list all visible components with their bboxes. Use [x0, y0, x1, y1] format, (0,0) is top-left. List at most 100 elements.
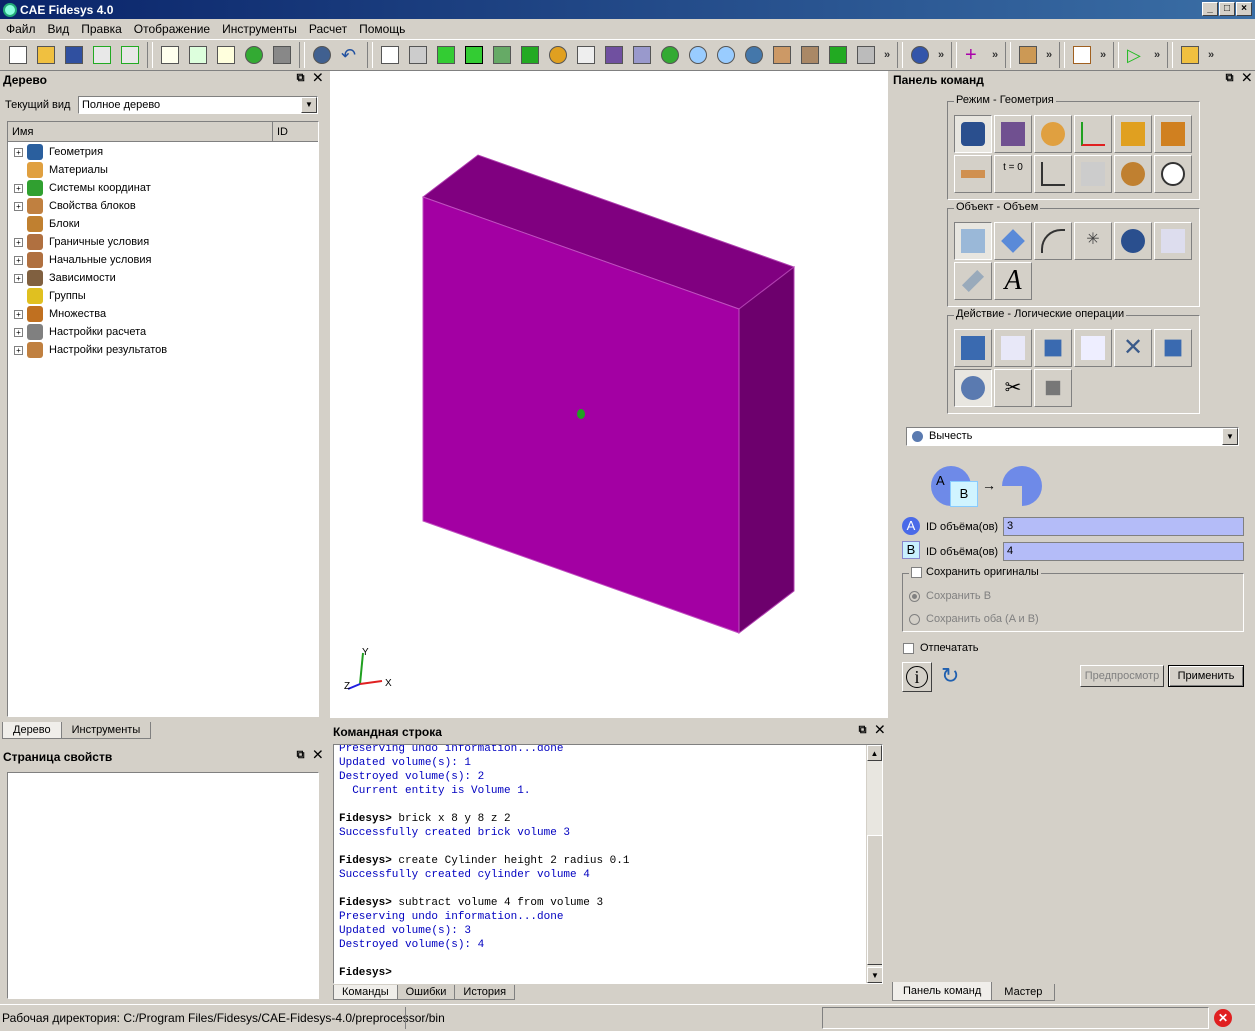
expand-icon[interactable]: + [14, 345, 23, 355]
keep-both-radio[interactable] [909, 613, 920, 625]
export-button[interactable] [117, 42, 143, 68]
menu-file[interactable]: Файл [0, 22, 42, 36]
cmd-panel-buttons[interactable]: ⧉ ✕ [859, 724, 884, 737]
action-modify-button[interactable] [994, 329, 1032, 367]
select-box-button[interactable] [629, 42, 655, 68]
action-properties-button[interactable] [1074, 329, 1112, 367]
cube-view-button[interactable] [601, 42, 627, 68]
tree-item[interactable]: Материалы [8, 161, 318, 179]
record-button[interactable] [309, 42, 335, 68]
undo-button[interactable]: ↶ [337, 42, 363, 68]
menu-edit[interactable]: Правка [75, 22, 128, 36]
zoom-in-button[interactable] [685, 42, 711, 68]
tree-item[interactable]: Блоки [8, 215, 318, 233]
tree-item[interactable]: + Граничные условия [8, 233, 318, 251]
mode-results-button[interactable] [1114, 155, 1152, 193]
run-script-button[interactable] [185, 42, 211, 68]
info-button[interactable]: i [902, 662, 932, 692]
minimize-button[interactable]: _ [1202, 2, 1218, 16]
more-icon[interactable]: » [880, 49, 894, 61]
frame-button[interactable] [1069, 42, 1095, 68]
tree-item[interactable]: Группы [8, 287, 318, 305]
tab-commands[interactable]: Команды [333, 985, 398, 1000]
object-surface-button[interactable] [994, 222, 1032, 260]
open-folder-button[interactable] [33, 42, 59, 68]
tree-item[interactable]: + Свойства блоков [8, 197, 318, 215]
tree-panel-buttons[interactable]: ⧉ ✕ [297, 72, 322, 85]
reset-icon[interactable]: ↻ [941, 665, 959, 687]
menu-tools[interactable]: Инструменты [216, 22, 303, 36]
shaded-green-button[interactable] [825, 42, 851, 68]
cut-plane-button[interactable] [797, 42, 823, 68]
measure-button[interactable] [769, 42, 795, 68]
keep-originals-checkbox[interactable] [911, 566, 922, 578]
object-body-button[interactable] [1154, 222, 1192, 260]
keep-b-option[interactable]: Сохранить B [909, 590, 991, 602]
expand-icon[interactable]: + [14, 327, 23, 337]
expand-icon[interactable]: + [14, 147, 23, 157]
action-cut-button[interactable]: ✂ [994, 369, 1032, 407]
menu-help[interactable]: Помощь [353, 22, 411, 36]
hidden-line-button[interactable] [405, 42, 431, 68]
chevron-down-icon[interactable]: ▼ [301, 97, 317, 113]
viewport-3d[interactable]: Y X Z [330, 71, 888, 718]
tab-errors[interactable]: Ошибки [396, 985, 456, 1000]
expand-icon[interactable]: + [14, 201, 23, 211]
z-axis-button[interactable] [1177, 42, 1203, 68]
play-button[interactable]: ▷ [1123, 42, 1149, 68]
expand-icon[interactable]: + [14, 255, 23, 265]
id-button[interactable] [213, 42, 239, 68]
action-create-button[interactable] [954, 329, 992, 367]
tab-tools[interactable]: Инструменты [60, 722, 152, 739]
col-id-header[interactable]: ID [273, 122, 318, 141]
groups-button[interactable] [545, 42, 571, 68]
more-icon[interactable]: » [1150, 49, 1164, 61]
tab-wizard[interactable]: Мастер [991, 984, 1056, 1001]
action-boolean-button[interactable] [954, 369, 992, 407]
scroll-down-icon[interactable]: ▼ [867, 967, 882, 983]
volume-a-input[interactable]: 3 [1003, 517, 1244, 536]
right-panel-buttons[interactable]: ⧉ ✕ [1226, 72, 1251, 85]
action-clean-button[interactable] [1034, 369, 1072, 407]
mode-mesh-button[interactable] [994, 115, 1032, 153]
tree-item[interactable]: + Начальные условия [8, 251, 318, 269]
imprint-checkbox[interactable] [903, 642, 914, 654]
object-vertex-button[interactable]: ✳ [1074, 222, 1112, 260]
grid-button[interactable] [573, 42, 599, 68]
mode-sets-button[interactable] [1154, 115, 1192, 153]
menu-calc[interactable]: Расчет [303, 22, 353, 36]
axes-button[interactable]: + [961, 42, 987, 68]
tree-item[interactable]: + Зависимости [8, 269, 318, 287]
import-button[interactable] [89, 42, 115, 68]
zoom-out-button[interactable] [713, 42, 739, 68]
more-icon[interactable]: » [934, 49, 948, 61]
new-file-button[interactable] [5, 42, 31, 68]
volume-b-input[interactable]: 4 [1003, 542, 1244, 561]
object-group-button[interactable] [1114, 222, 1152, 260]
preview-button[interactable]: Предпросмотр [1080, 665, 1164, 687]
edit-script-button[interactable] [157, 42, 183, 68]
col-name-header[interactable]: Имя [8, 122, 273, 141]
apply-button[interactable]: Применить [1168, 665, 1244, 687]
action-transform-button[interactable] [1034, 329, 1072, 367]
object-measure-button[interactable] [954, 262, 992, 300]
shaded-edges-button[interactable] [461, 42, 487, 68]
imprint-option[interactable]: Отпечатать [903, 642, 978, 654]
menu-display[interactable]: Отображение [128, 22, 216, 36]
mode-ic-button[interactable]: t = 0 [994, 155, 1032, 193]
action-delete-button[interactable]: ✕ [1114, 329, 1152, 367]
mode-coords-button[interactable] [1074, 115, 1112, 153]
tree-item[interactable]: + Множества [8, 305, 318, 323]
cmd-scrollbar[interactable]: ▲ ▼ [866, 745, 882, 983]
operation-select[interactable]: Вычесть ▼ [906, 427, 1239, 446]
tree-item[interactable]: + Настройки расчета [8, 323, 318, 341]
shaded-button[interactable] [433, 42, 459, 68]
menu-view[interactable]: Вид [42, 22, 76, 36]
mode-bc-button[interactable] [954, 155, 992, 193]
keep-both-option[interactable]: Сохранить оба (A и B) [909, 613, 1039, 625]
mesh-button[interactable] [517, 42, 543, 68]
pause-button[interactable] [241, 42, 267, 68]
expand-icon[interactable]: + [14, 273, 23, 283]
object-text-button[interactable]: A [994, 262, 1032, 300]
expand-icon[interactable]: + [14, 237, 23, 247]
